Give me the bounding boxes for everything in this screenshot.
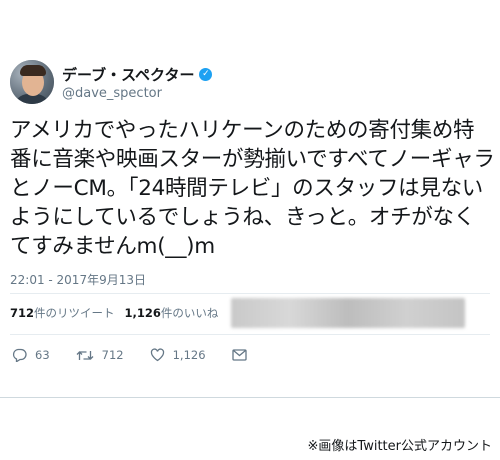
like-count: 1,126	[172, 348, 206, 362]
verified-badge-icon: ✓	[199, 68, 213, 81]
action-bar: 63 712 1,126	[12, 348, 281, 362]
retweet-icon	[76, 350, 94, 360]
heart-icon	[150, 348, 164, 362]
tweet-card: デーブ・スペクター ✓ @dave_spector アメリカでやったハリケーンの…	[0, 0, 500, 398]
retweet-stat[interactable]: 712件のリツイート	[10, 305, 115, 321]
like-stat[interactable]: 1,126件のいいね	[125, 305, 219, 321]
engagement-stats: 712件のリツイート 1,126件のいいね	[10, 305, 228, 321]
retweet-count: 712	[101, 348, 124, 362]
like-stat-count: 1,126	[124, 306, 161, 320]
like-button[interactable]: 1,126	[150, 348, 206, 362]
user-handle[interactable]: @dave_spector	[62, 86, 162, 101]
reply-button[interactable]: 63	[12, 348, 50, 362]
retweet-button[interactable]: 712	[76, 348, 124, 362]
retweet-stat-label: 件のリツイート	[34, 306, 115, 320]
avatar-hair	[20, 65, 46, 76]
reply-icon	[12, 348, 27, 362]
tweet-timestamp[interactable]: 22:01 - 2017年9月13日	[10, 271, 146, 288]
tweet-text: アメリカでやったハリケーンのための寄付集め特番に音楽や映画スターが勢揃いですべて…	[10, 118, 495, 259]
reply-count: 63	[35, 348, 50, 362]
divider-bottom	[10, 334, 490, 335]
divider-top	[10, 293, 490, 294]
envelope-icon	[231, 349, 247, 361]
image-credit-caption: ※画像はTwitter公式アカウント	[307, 439, 492, 454]
direct-message-button[interactable]	[231, 349, 255, 361]
like-stat-label: 件のいいね	[160, 306, 219, 320]
blurred-avatars-strip	[231, 298, 465, 328]
retweet-stat-count: 712	[10, 306, 35, 320]
display-name[interactable]: デーブ・スペクター	[62, 64, 194, 85]
avatar[interactable]	[10, 60, 54, 104]
name-row: デーブ・スペクター ✓	[62, 64, 213, 85]
